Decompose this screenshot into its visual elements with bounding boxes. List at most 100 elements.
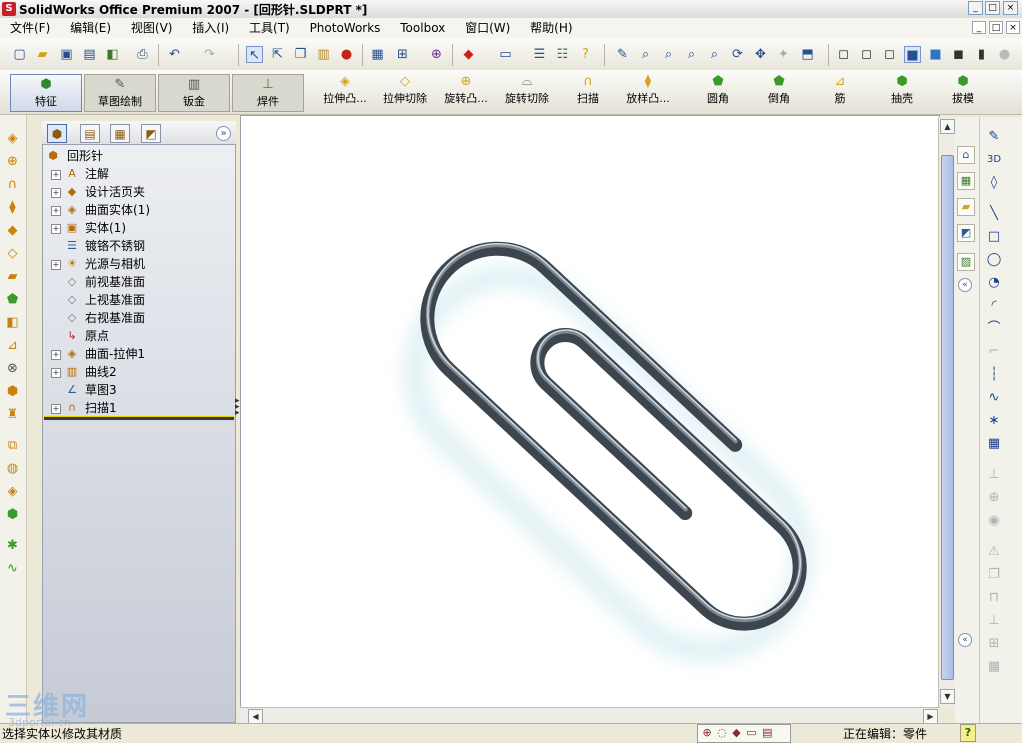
panel-splitter[interactable]: ▸ ▸ ▸ [235,397,240,418]
revolved-boss-button[interactable]: ⊕ 旋转凸... [438,74,494,112]
expand-toggle[interactable]: + [51,206,61,216]
undo-icon[interactable]: ↶ [166,46,183,63]
revolved-boss-icon[interactable]: ⊕ [4,153,21,170]
checklist-icon[interactable]: ☰ [531,46,548,63]
rollback-bar[interactable] [44,416,234,420]
shell-button[interactable]: ⬢ 抽壳 [882,74,922,112]
expand-toggle[interactable]: + [51,260,61,270]
redo-icon[interactable]: ↷ [201,46,218,63]
display-relations-icon[interactable]: ⊥ [985,612,1003,630]
perspective-icon[interactable]: ▮ [973,46,990,63]
feature-tree-icon[interactable]: ⬢ [47,124,67,143]
shaded-icon[interactable]: ■ [927,46,944,63]
loft-icon[interactable]: ⧫ [4,199,21,216]
tree-item-origin[interactable]: ↳ 原点 [44,327,234,345]
extruded-boss-button[interactable]: ◈ 拉伸凸... [316,74,374,112]
list-icon[interactable]: ▭ [497,46,514,63]
new-icon[interactable]: ▢ [11,46,28,63]
menu-window[interactable]: 窗口(W) [457,18,518,38]
reference-geometry-icon[interactable]: ✱ [4,537,21,554]
line-icon[interactable]: ╲ [985,205,1003,223]
file-explorer-icon[interactable]: ▰ [957,198,975,216]
sweep-button[interactable]: ∩ 扫描 [566,74,610,112]
revolved-cut-icon[interactable]: ▰ [4,268,21,285]
mirror-icon[interactable]: ◈ [4,483,21,500]
expand-panel-icon[interactable]: » [216,126,231,141]
extruded-cut-button[interactable]: ◇ 拉伸切除 [377,74,433,112]
grid-icon[interactable]: ▦ [369,46,386,63]
menu-insert[interactable]: 插入(I) [184,18,237,38]
draft-button[interactable]: ⬢ 拔模 [943,74,983,112]
3point-arc-icon[interactable]: ⌒ [985,320,1003,338]
measure-icon[interactable]: ✎ [614,46,631,63]
centerline-icon[interactable]: ┆ [985,366,1003,384]
display-manager-icon[interactable]: ◩ [141,124,161,143]
doc-minimize-button[interactable]: _ [972,21,986,34]
extruded-boss-icon[interactable]: ◈ [4,130,21,147]
tree-item-design-binder[interactable]: + ◆ 设计活页夹 [44,183,234,201]
circular-pattern-icon[interactable]: ◍ [4,460,21,477]
doc-close-button[interactable]: × [1006,21,1020,34]
shell-icon[interactable]: ⬢ [4,383,21,400]
expand-toggle[interactable]: + [51,350,61,360]
help-icon[interactable]: ? [960,724,976,742]
rib-icon[interactable]: ⊿ [4,337,21,354]
minimize-button[interactable]: _ [968,1,983,15]
scroll-thumb[interactable] [941,155,954,680]
shaded-edges-icon[interactable]: ■ [904,46,921,63]
select-icon[interactable]: ↖ [246,46,263,63]
expand-toggle[interactable]: + [51,170,61,180]
view-palette-icon[interactable]: ◩ [957,224,975,242]
view-orientation-icon[interactable]: ⬒ [799,46,816,63]
tree-root[interactable]: ⬢ 回形针 [44,147,234,165]
tree-item-sketch3[interactable]: ∠ 草图3 [44,381,234,399]
rotate-icon[interactable]: ⟳ [729,46,746,63]
scroll-left-button[interactable]: ◀ [248,709,263,724]
3d-sketch-icon[interactable]: 3D [985,151,1003,169]
scroll-down-button[interactable]: ▼ [940,689,955,704]
spline-icon[interactable]: ∿ [985,389,1003,407]
collapse-task-pane-bottom-icon[interactable]: « [958,633,972,647]
tree-item-lights-cameras[interactable]: + ☀ 光源与相机 [44,255,234,273]
copy-icon[interactable]: ❐ [292,46,309,63]
tree-item-sweep1[interactable]: + ∩ 扫描1 [44,399,234,417]
rib-button[interactable]: ⊿ 筋 [822,74,858,112]
trim-icon[interactable]: ⊥ [985,466,1003,484]
sketch-icon[interactable]: ✎ [985,128,1003,146]
dome-icon[interactable]: ♜ [4,406,21,423]
design-library-icon[interactable]: ▦ [957,172,975,190]
property-manager-icon[interactable]: ▤ [80,124,100,143]
maximize-button[interactable]: □ [985,1,1000,15]
move-entities-icon[interactable]: ▦ [985,658,1003,676]
traffic-light-icon[interactable]: ● [338,46,355,63]
draft-icon[interactable]: ⬢ [4,506,21,523]
menu-photoworks[interactable]: PhotoWorks [302,18,389,38]
extruded-cut-icon[interactable]: ◇ [4,245,21,262]
tab-features[interactable]: ⬢ 特征 [10,74,82,112]
paste-icon[interactable]: ▥ [315,46,332,63]
print-preview-icon[interactable]: ▤ [81,46,98,63]
offset-icon[interactable]: ⊕ [985,489,1003,507]
repair-sketch-icon[interactable]: ⊞ [985,635,1003,653]
scroll-right-button[interactable]: ▶ [923,709,938,724]
menu-help[interactable]: 帮助(H) [522,18,580,38]
shadows-icon[interactable]: ◼ [950,46,967,63]
close-button[interactable]: × [1003,1,1018,15]
zoom-in-icon[interactable]: ⌕ [683,46,700,63]
construction-geometry-icon[interactable]: ▦ [985,435,1003,453]
edit-appearance-icon[interactable]: ⊞ [394,46,411,63]
help-icon[interactable]: ☷ [554,46,571,63]
photoworks-icon[interactable]: ⎙ [134,46,151,63]
tree-item-right-plane[interactable]: ◇ 右视基准面 [44,309,234,327]
hole-icon[interactable]: ⊗ [4,360,21,377]
sketch-fillet-icon[interactable]: ⌐ [985,343,1003,361]
mirror-icon[interactable]: ◉ [985,512,1003,530]
move-icon[interactable]: ✦ [775,46,792,63]
scroll-up-button[interactable]: ▲ [940,119,955,134]
hidden-removed-icon[interactable]: ◻ [881,46,898,63]
zoom-out-icon[interactable]: ⌕ [706,46,723,63]
appearances-icon[interactable]: ▨ [957,253,975,271]
help-question-icon[interactable]: ? [577,46,594,63]
zoom-fit-icon[interactable]: ⌕ [637,46,654,63]
menu-tools[interactable]: 工具(T) [241,18,298,38]
